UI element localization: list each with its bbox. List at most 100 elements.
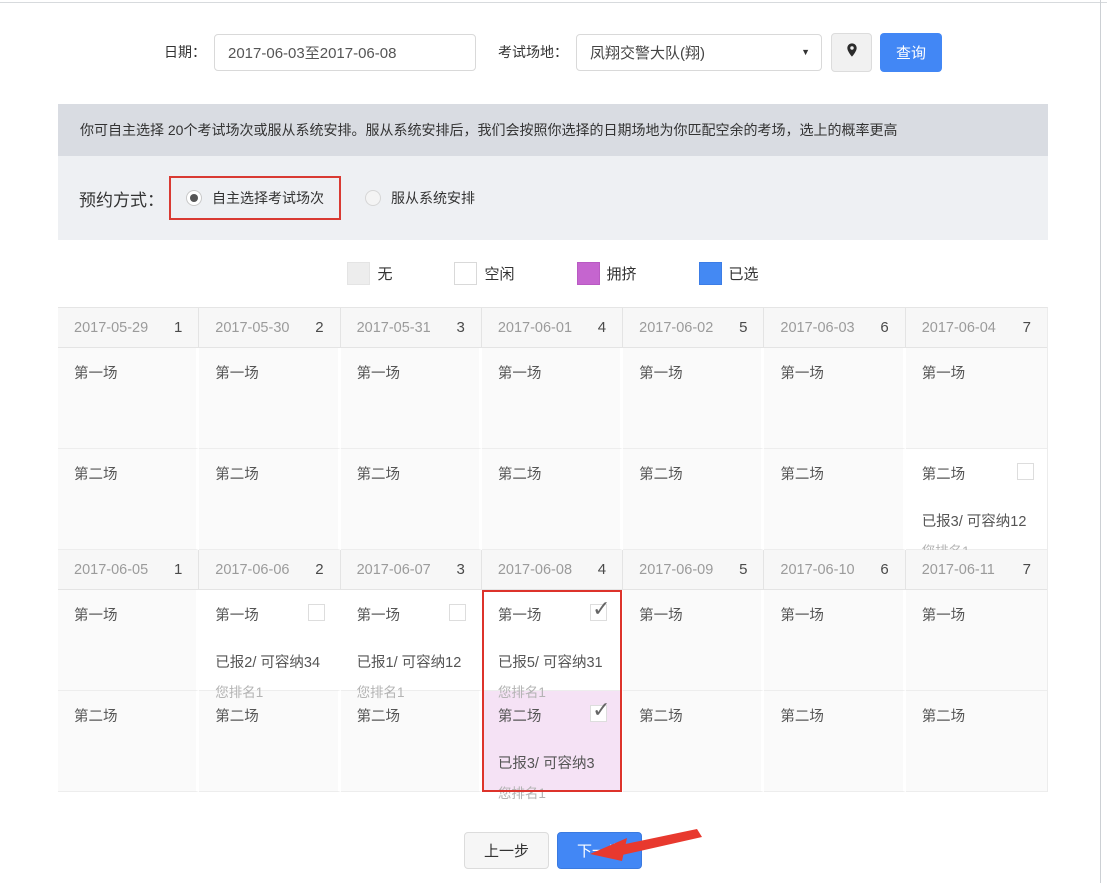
map-location-button[interactable] [831, 32, 872, 72]
checkbox-icon[interactable] [307, 604, 325, 621]
legend-label: 拥挤 [606, 266, 637, 283]
legend-label: 空闲 [484, 266, 515, 283]
chevron-down-icon: ▼ [801, 47, 810, 57]
booking-mode-option[interactable]: 服从系统安排 [350, 178, 490, 218]
venue-select[interactable]: 凤翔交警大队(翔) ▼ [576, 33, 822, 71]
session-cell[interactable]: 第一场 已报2/ 可容纳34 您排名1 [199, 590, 341, 700]
session-cell[interactable]: 第一场 [623, 348, 765, 449]
session-cell[interactable]: 第二场 [340, 449, 482, 550]
session-header: 第二场 [215, 705, 324, 726]
check-icon: ✓ [592, 596, 611, 621]
session-cell[interactable]: 第一场 已报1/ 可容纳12 您排名1 [340, 590, 482, 700]
session-header: 第一场 [215, 604, 325, 625]
session-cell[interactable]: 第一场 [199, 348, 341, 449]
calendar-day-column: 2017-05-31 3 第一场第二场 [340, 308, 482, 550]
day-header-weekday: 4 [597, 561, 607, 578]
query-button[interactable]: 查询 [880, 32, 942, 72]
calendar-day-column: 2017-06-06 2 第一场 已报2/ 可容纳34 您排名1 第二场 [199, 550, 341, 792]
session-name: 第一场 [497, 366, 542, 382]
radio-icon[interactable] [365, 190, 381, 206]
session-cell[interactable]: 第二场 [199, 449, 341, 550]
session-cell[interactable]: 第二场 [340, 691, 482, 792]
next-step-button[interactable]: 下一步 [557, 832, 643, 869]
day-header-weekday: 2 [315, 319, 324, 336]
calendar-day-column: 2017-06-08 4 第一场 ✓ 已报5/ 可容纳31 您排名1 第二场 ✓ 已报3/ 可容… [481, 550, 624, 801]
session-cell[interactable]: 第一场 [764, 590, 906, 691]
date-range-input[interactable] [214, 33, 476, 71]
session-header: 第一场 ✓ [498, 598, 611, 625]
session-name: 第一场 [780, 366, 824, 382]
legend-item: 已选 [698, 262, 759, 285]
calendar-day-column: 2017-06-10 6 第一场 第二场 [764, 550, 906, 792]
day-header: 2017-06-11 7 [905, 550, 1047, 590]
session-cell[interactable]: 第二场 [58, 449, 200, 550]
session-cell[interactable]: 第一场 [905, 348, 1047, 449]
session-cell[interactable]: 第一场 [623, 590, 765, 691]
day-header: 2017-05-31 3 [340, 308, 482, 348]
previous-step-button[interactable]: 上一步 [463, 832, 549, 869]
calendar-day-column: 2017-06-11 7 第一场第二场 [905, 550, 1047, 792]
session-cell[interactable]: 第二场 [905, 691, 1047, 792]
enrolled-capacity-text: 已报2/ 可容纳34 [215, 655, 321, 671]
session-cell[interactable]: 第二场 [764, 691, 906, 792]
session-cell[interactable]: 第一场 [58, 590, 200, 691]
session-header: 第二场 [74, 463, 183, 484]
day-header: 2017-06-09 5 [623, 550, 765, 590]
session-header: 第二场 [357, 705, 466, 726]
day-header: 2017-05-30 2 [199, 308, 341, 348]
booking-mode-option-label: 自主选择考试场次 [212, 190, 324, 206]
venue-label: 考试场地： [498, 44, 568, 60]
session-header: 第一场 [780, 362, 889, 383]
session-header: 第一场 [639, 362, 748, 383]
session-header: 第二场 [780, 705, 889, 726]
day-header-date: 2017-05-31 [356, 319, 431, 336]
checkbox-icon[interactable] [1016, 463, 1034, 480]
legend-label: 无 [377, 266, 393, 283]
enrolled-capacity-text: 已报3/ 可容纳12 [921, 514, 1027, 530]
day-header-weekday: 2 [315, 561, 324, 578]
enrolled-capacity-text: 已报1/ 可容纳12 [356, 655, 462, 671]
session-cell[interactable]: 第一场 [764, 348, 906, 449]
session-name: 第二场 [356, 467, 401, 483]
filter-bar: 日期： 考试场地： 凤翔交警大队(翔) ▼ 查询 [58, 0, 1048, 104]
session-cell[interactable]: 第一场 [58, 348, 200, 449]
session-name: 第一场 [74, 366, 118, 382]
session-cell[interactable]: 第一场 [340, 348, 482, 449]
session-cell[interactable]: 第二场 [764, 449, 906, 550]
notice-text: 你可自主选择 20个考试场次或服从系统安排。服从系统安排后，我们会按照你选择的日… [80, 122, 898, 138]
session-header: 第二场 ✓ [498, 699, 611, 726]
session-header: 第二场 [922, 705, 1034, 726]
main-container: 日期： 考试场地： 凤翔交警大队(翔) ▼ 查询 你可自主选择 20个考试场次或… [58, 0, 1048, 869]
checkbox-checked-icon[interactable]: ✓ [590, 699, 611, 722]
day-header-date: 2017-06-02 [639, 319, 714, 336]
day-header-date: 2017-05-29 [74, 319, 149, 336]
session-header: 第一场 [74, 362, 183, 383]
session-header: 第一场 [639, 604, 748, 625]
day-header-date: 2017-06-04 [921, 319, 996, 336]
session-cell[interactable]: 第二场 [199, 691, 341, 792]
session-cell[interactable]: 第二场 [481, 449, 624, 550]
session-cell[interactable]: 第二场 [623, 691, 765, 792]
session-cell[interactable]: 第二场 ✓ 已报3/ 可容纳3 您排名1 [481, 691, 624, 801]
legend-swatch [454, 262, 478, 285]
page-top-divider [0, 2, 1107, 3]
session-header: 第二场 [639, 463, 748, 484]
day-header-date: 2017-06-11 [921, 561, 995, 578]
booking-mode-option[interactable]: 自主选择考试场次 [169, 176, 341, 220]
session-cell[interactable]: 第一场 [481, 348, 624, 449]
session-cell[interactable]: 第一场 [905, 590, 1047, 691]
session-header: 第一场 [922, 362, 1034, 383]
checkbox-icon[interactable] [448, 604, 466, 621]
session-cell[interactable]: 第一场 ✓ 已报5/ 可容纳31 您排名1 [481, 590, 624, 700]
session-header: 第二场 [780, 463, 889, 484]
session-name: 第一场 [639, 366, 683, 382]
radio-selected-icon[interactable] [186, 190, 202, 206]
session-cell[interactable]: 第二场 [623, 449, 765, 550]
session-cell[interactable]: 第二场 [58, 691, 200, 792]
checkbox-checked-icon[interactable]: ✓ [590, 598, 611, 621]
day-header-date: 2017-06-01 [497, 319, 573, 336]
session-header: 第一场 [357, 604, 466, 625]
day-header-date: 2017-06-03 [780, 319, 855, 336]
session-cell[interactable]: 第二场已报3/ 可容纳12您排名1 [905, 449, 1047, 559]
legend-item: 拥挤 [576, 262, 637, 285]
